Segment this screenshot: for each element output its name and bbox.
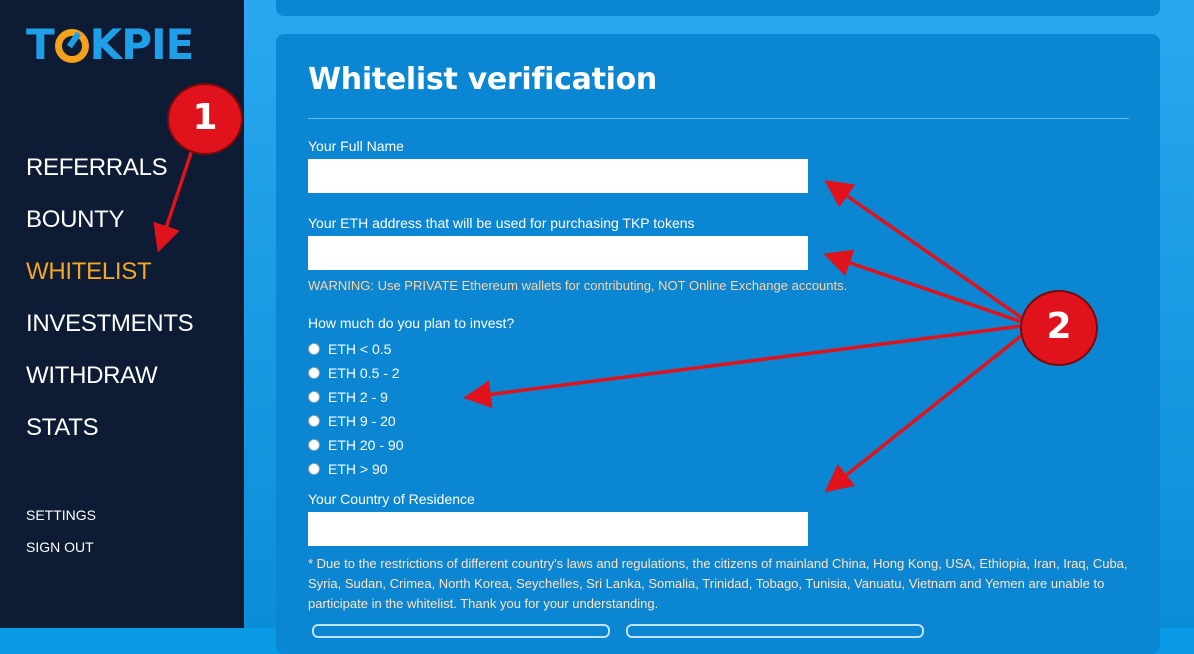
sidebar-item-withdraw[interactable]: WITHDRAW <box>26 358 193 410</box>
eth-address-label: Your ETH address that will be used for p… <box>308 215 695 231</box>
country-input[interactable] <box>308 512 808 546</box>
sign-out-link[interactable]: SIGN OUT <box>26 536 96 568</box>
settings-link[interactable]: SETTINGS <box>26 504 96 536</box>
invest-option[interactable]: ETH 0.5 - 2 <box>308 363 400 383</box>
sidebar-item-stats[interactable]: STATS <box>26 410 193 462</box>
full-name-input[interactable] <box>308 159 808 193</box>
sidebar-item-bounty[interactable]: BOUNTY <box>26 202 193 254</box>
invest-option-label: ETH 2 - 9 <box>328 389 388 405</box>
sidebar-item-whitelist[interactable]: WHITELIST <box>26 254 193 306</box>
annotation-badge-1: 1 <box>167 83 243 155</box>
radio-button[interactable] <box>308 415 320 427</box>
full-name-label: Your Full Name <box>308 138 404 154</box>
radio-button[interactable] <box>308 463 320 475</box>
radio-button[interactable] <box>308 367 320 379</box>
eth-address-input[interactable] <box>308 236 808 270</box>
sidebar-nav: REFERRALS BOUNTY WHITELIST INVESTMENTS W… <box>26 150 194 462</box>
radio-button[interactable] <box>308 391 320 403</box>
sidebar-item-investments[interactable]: INVESTMENTS <box>26 306 194 358</box>
previous-card <box>276 0 1160 16</box>
radio-button[interactable] <box>308 343 320 355</box>
sidebar-account-nav: SETTINGS SIGN OUT <box>26 504 96 568</box>
logo-o-icon <box>54 29 89 63</box>
restrictions-note: * Due to the restrictions of different c… <box>308 556 1128 611</box>
invest-option[interactable]: ETH > 90 <box>308 459 388 479</box>
invest-option-label: ETH 0.5 - 2 <box>328 365 400 381</box>
invest-option[interactable]: ETH 20 - 90 <box>308 435 403 455</box>
invest-option[interactable]: ETH < 0.5 <box>308 339 391 359</box>
title-divider <box>308 118 1129 119</box>
invest-option[interactable]: ETH 2 - 9 <box>308 387 388 407</box>
country-label: Your Country of Residence <box>308 491 475 507</box>
invest-option-label: ETH 9 - 20 <box>328 413 396 429</box>
invest-option-label: ETH < 0.5 <box>328 341 392 357</box>
invest-label: How much do you plan to invest? <box>308 315 515 331</box>
secondary-button[interactable] <box>626 624 924 638</box>
submit-button[interactable] <box>312 624 610 638</box>
radio-button[interactable] <box>308 439 320 451</box>
invest-option-label: ETH > 90 <box>328 461 388 477</box>
invest-option-label: ETH 20 - 90 <box>328 437 404 453</box>
annotation-badge-2: 2 <box>1020 290 1098 366</box>
sidebar-item-referrals[interactable]: REFERRALS <box>26 150 193 202</box>
eth-warning: WARNING: Use PRIVATE Ethereum wallets fo… <box>308 278 848 293</box>
invest-option[interactable]: ETH 9 - 20 <box>308 411 396 431</box>
page-title: Whitelist verification <box>308 62 657 97</box>
tokpie-logo[interactable]: T KPIE <box>26 22 194 68</box>
